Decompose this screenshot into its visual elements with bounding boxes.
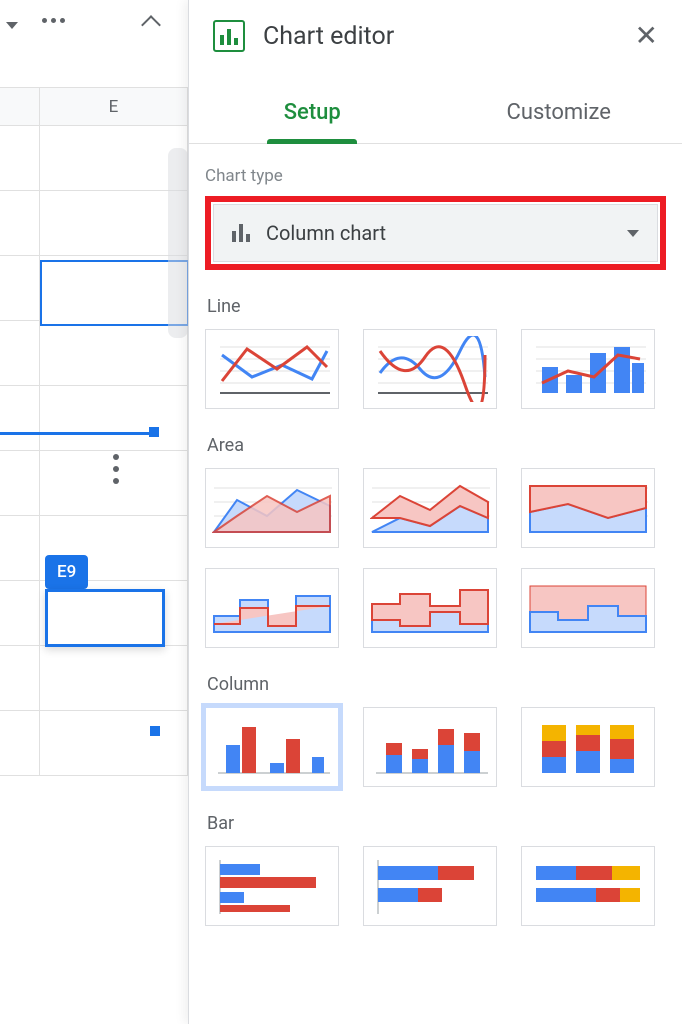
thumb-100-stacked-bar-chart[interactable] (521, 846, 655, 926)
cell-edit-box[interactable] (45, 589, 165, 647)
thumb-100-stacked-stepped-area-chart[interactable] (521, 568, 655, 648)
thumb-combo-chart[interactable] (521, 329, 655, 409)
spreadsheet-background: E E9 (0, 0, 188, 1024)
more-horizontal-icon[interactable] (42, 18, 65, 23)
selection-handle-icon[interactable] (150, 726, 160, 736)
selection-edge (0, 432, 153, 442)
thumb-smooth-line-chart[interactable] (363, 329, 497, 409)
thumb-stepped-area-chart[interactable] (205, 568, 339, 648)
chart-type-highlight: Column chart (205, 196, 666, 270)
thumb-bar-chart[interactable] (205, 846, 339, 926)
thumb-area-chart[interactable] (205, 468, 339, 548)
selection-handle-icon[interactable] (149, 427, 159, 437)
chart-editor-icon (213, 20, 245, 52)
chart-editor-panel: Chart editor ✕ Setup Customize Chart typ… (188, 0, 682, 1024)
thumb-stacked-column-chart[interactable] (363, 707, 497, 787)
vertical-scrollbar[interactable] (168, 148, 188, 338)
panel-title: Chart editor (263, 22, 617, 51)
sheet-toolbar-fragment (0, 0, 188, 88)
thumb-100-stacked-column-chart[interactable] (521, 707, 655, 787)
thumb-stacked-stepped-area-chart[interactable] (363, 568, 497, 648)
thumb-stacked-bar-chart[interactable] (363, 846, 497, 926)
tab-setup[interactable]: Setup (189, 82, 436, 143)
thumb-column-chart[interactable] (205, 707, 339, 787)
more-vertical-icon[interactable] (113, 454, 119, 484)
thumb-line-chart[interactable] (205, 329, 339, 409)
category-bar: Bar (207, 813, 666, 834)
category-line: Line (207, 296, 666, 317)
close-icon[interactable]: ✕ (635, 22, 658, 50)
chart-type-label: Chart type (205, 166, 666, 186)
category-column: Column (207, 674, 666, 695)
panel-tabs: Setup Customize (189, 82, 682, 144)
column-header-e[interactable]: E (40, 88, 188, 125)
tab-customize[interactable]: Customize (436, 82, 682, 143)
cell-reference-chip: E9 (45, 555, 88, 589)
chevron-up-icon[interactable] (144, 18, 158, 32)
dropdown-caret-icon[interactable] (6, 22, 18, 29)
column-chart-icon (232, 224, 250, 242)
chevron-down-icon (627, 230, 639, 237)
thumb-100-stacked-area-chart[interactable] (521, 468, 655, 548)
thumb-stacked-area-chart[interactable] (363, 468, 497, 548)
column-header-blank[interactable] (0, 88, 40, 125)
category-area: Area (207, 435, 666, 456)
chart-type-select[interactable]: Column chart (213, 204, 658, 262)
chart-type-value: Column chart (266, 221, 611, 245)
cell-selection[interactable] (40, 260, 189, 326)
column-headers: E (0, 88, 188, 126)
